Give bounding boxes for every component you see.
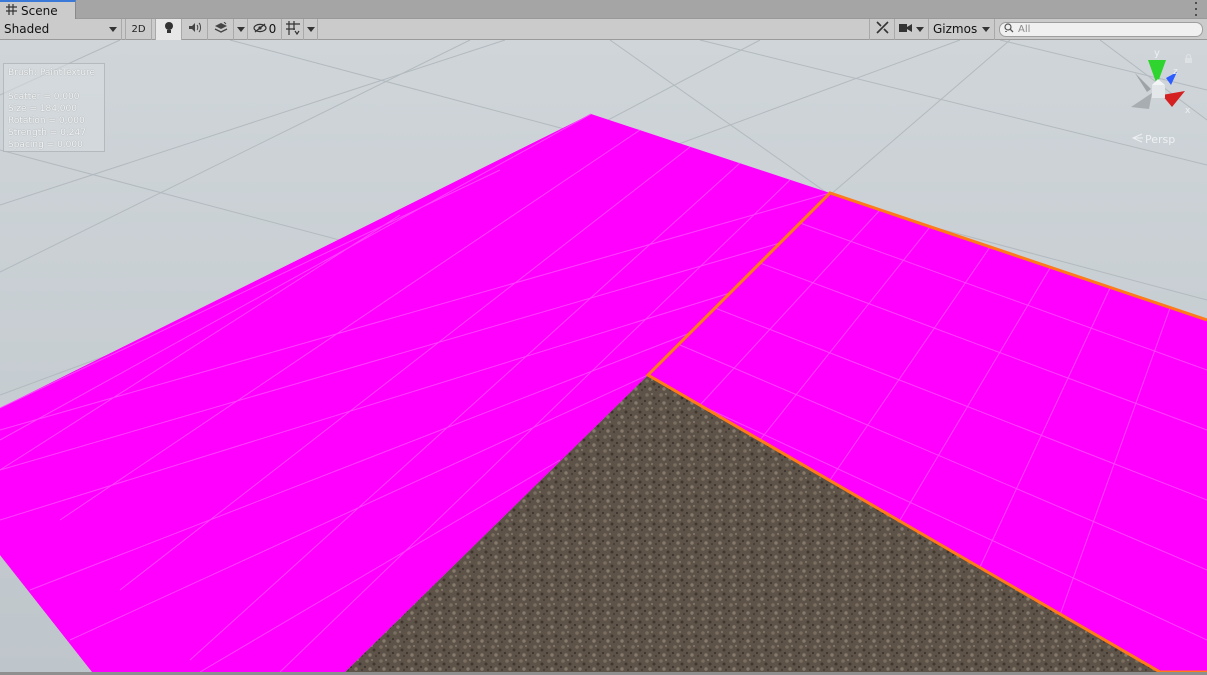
- tools-icon: [875, 21, 889, 37]
- tools-button[interactable]: [869, 18, 895, 40]
- unity-scene-window: Scene Shaded 2D 0 Gizmos All Brush: Pain…: [0, 0, 1207, 675]
- effects-toggle-button[interactable]: [208, 18, 234, 40]
- neg-z-cone: [1135, 73, 1151, 92]
- z-axis-label: z: [1173, 67, 1178, 77]
- brush-rotation: Rotation = 0,000: [8, 116, 85, 126]
- search-icon: [1004, 22, 1014, 36]
- tab-bar: Scene: [0, 0, 1207, 19]
- grid-toggle-button[interactable]: [282, 18, 304, 40]
- audio-toggle-button[interactable]: [182, 18, 208, 40]
- chevron-down-icon: [109, 26, 117, 32]
- tab-label: Scene: [21, 3, 58, 18]
- grid-hash-icon: [6, 3, 17, 18]
- brush-title: Brush: PaintTexture: [8, 68, 96, 78]
- grid-dropdown[interactable]: [304, 18, 318, 40]
- shading-mode-dropdown[interactable]: Shaded: [0, 18, 122, 40]
- brush-strength: Strength = 0,247: [8, 128, 86, 138]
- projection-label: Persp: [1145, 133, 1176, 146]
- eye-slash-icon: [253, 22, 267, 36]
- chevron-down-icon: [306, 26, 315, 32]
- effects-dropdown[interactable]: [234, 18, 248, 40]
- speaker-icon: [188, 22, 201, 36]
- scene-toolbar: Shaded 2D 0 Gizmos All: [0, 18, 1207, 40]
- scene-viewport[interactable]: Brush: PaintTexture Scatter = 0,000 Size…: [0, 40, 1207, 672]
- lighting-toggle-button[interactable]: [156, 18, 182, 40]
- perspective-arrows-icon: [1131, 133, 1143, 146]
- gizmos-label: Gizmos: [933, 22, 978, 36]
- chevron-down-icon: [982, 26, 990, 32]
- grid-snap-icon: [285, 20, 300, 38]
- gizmos-dropdown[interactable]: Gizmos: [929, 18, 995, 40]
- y-axis-label: y: [1154, 48, 1160, 59]
- 2d-label: 2D: [131, 23, 146, 35]
- x-axis-label: x: [1185, 106, 1191, 116]
- camera-icon: [899, 22, 912, 36]
- hierarchy-search[interactable]: [999, 21, 1203, 37]
- scene-render: [0, 40, 1207, 672]
- brush-spacing: Spacing = 0,000: [8, 140, 83, 150]
- shading-mode-label: Shaded: [4, 22, 50, 36]
- brush-info-panel: Brush: PaintTexture Scatter = 0,000 Size…: [3, 63, 105, 152]
- lightbulb-icon: [163, 21, 175, 37]
- brush-size: Size = 184,000: [8, 104, 77, 114]
- hidden-objects-toggle[interactable]: 0: [248, 18, 282, 40]
- chevron-down-icon: [236, 26, 245, 32]
- x-axis-cone: [1162, 91, 1185, 107]
- neg-x-cone: [1131, 93, 1152, 109]
- brush-scatter: Scatter = 0,000: [8, 92, 80, 102]
- lock-icon[interactable]: [1184, 52, 1193, 63]
- search-input[interactable]: [1018, 23, 1188, 35]
- camera-settings-dropdown[interactable]: [895, 18, 929, 40]
- hidden-count: 0: [268, 22, 277, 36]
- projection-toggle[interactable]: Persp: [1131, 133, 1175, 146]
- layers-effects-icon: [214, 21, 228, 37]
- chevron-down-icon: [916, 26, 924, 32]
- tab-scene[interactable]: Scene: [0, 0, 76, 19]
- 2d-toggle-button[interactable]: 2D: [126, 18, 152, 40]
- kebab-menu-icon[interactable]: [1193, 2, 1199, 16]
